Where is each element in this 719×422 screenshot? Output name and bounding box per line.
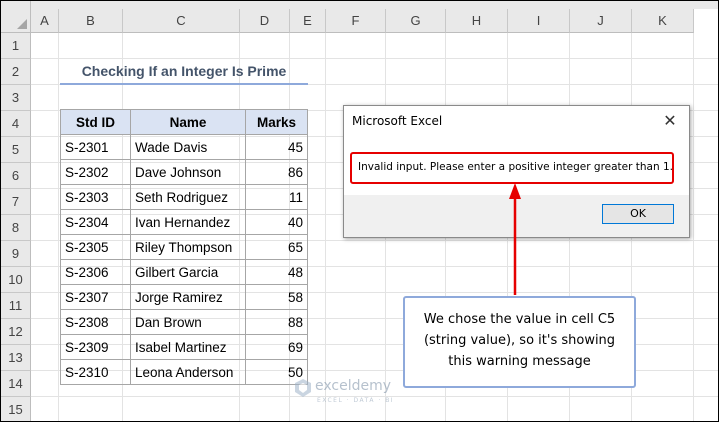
watermark-tagline: EXCEL · DATA · BI [317,397,395,404]
row-header[interactable]: 6 [1,163,31,189]
column-header[interactable]: G [386,9,446,33]
cell-std-id[interactable]: S-2303 [60,184,131,210]
cell-marks[interactable]: 86 [245,159,308,185]
row-header[interactable]: 3 [1,85,31,111]
callout-line: (string value), so it's showing [423,333,616,348]
cell-std-id[interactable]: S-2308 [60,309,131,335]
column-header-strip [31,1,718,9]
row-header[interactable]: 4 [1,111,31,137]
arrow-up-icon [509,183,521,295]
column-header[interactable]: A [31,9,59,33]
cell-std-id[interactable]: S-2302 [60,159,131,185]
row-header[interactable]: 7 [1,189,31,215]
cell-marks[interactable]: 45 [245,134,308,160]
header-std-id[interactable]: Std ID [60,109,131,135]
cell-std-id[interactable]: S-2310 [60,359,131,385]
row-header[interactable]: 2 [1,59,31,85]
cell-name[interactable]: Jorge Ramirez [130,284,246,310]
column-header[interactable]: I [508,9,570,33]
row-header[interactable]: 14 [1,371,31,397]
cell-name[interactable]: Seth Rodriguez [130,184,246,210]
cell-name[interactable]: Wade Davis [130,134,246,160]
header-marks[interactable]: Marks [245,109,308,135]
sheet-title[interactable]: Checking If an Integer Is Prime [60,59,308,85]
cell-std-id[interactable]: S-2301 [60,134,131,160]
student-marks-table: Std ID Name Marks S-2301 Wade Davis 45 S-23… [60,109,308,385]
table-row: S-2301 Wade Davis 45 [60,134,308,160]
cell-std-id[interactable]: S-2309 [60,334,131,360]
row-header[interactable]: 12 [1,319,31,345]
row-header[interactable]: 1 [1,33,31,59]
cell-name[interactable]: Dan Brown [130,309,246,335]
cell-std-id[interactable]: S-2307 [60,284,131,310]
gridline-vertical [693,33,694,421]
cell-name[interactable]: Ivan Hernandez [130,209,246,235]
cell-marks[interactable]: 88 [245,309,308,335]
row-header[interactable]: 8 [1,215,31,241]
gridline-vertical [325,33,326,421]
cell-std-id[interactable]: S-2305 [60,234,131,260]
column-header[interactable]: B [59,9,123,33]
table-row: S-2305 Riley Thompson 65 [60,234,308,260]
header-name[interactable]: Name [130,109,246,135]
cell-marks[interactable]: 69 [245,334,308,360]
cell-marks[interactable]: 65 [245,234,308,260]
cell-marks[interactable]: 48 [245,259,308,285]
table-row: S-2304 Ivan Hernandez 40 [60,209,308,235]
table-row: S-2302 Dave Johnson 86 [60,159,308,185]
cell-name[interactable]: Riley Thompson [130,234,246,260]
cell-marks[interactable]: 11 [245,184,308,210]
select-all-triangle-icon [17,19,27,29]
select-all-button[interactable] [1,1,31,33]
callout-line: We chose the value in cell C5 [423,312,616,327]
cell-std-id[interactable]: S-2306 [60,259,131,285]
table-row: S-2303 Seth Rodriguez 11 [60,184,308,210]
column-header[interactable]: F [326,9,386,33]
cell-name[interactable]: Leona Anderson [130,359,246,385]
column-header[interactable]: J [570,9,632,33]
table-row: S-2307 Jorge Ramirez 58 [60,284,308,310]
row-header[interactable]: 10 [1,267,31,293]
cell-name[interactable]: Gilbert Garcia [130,259,246,285]
table-row: S-2309 Isabel Martinez 69 [60,334,308,360]
row-header[interactable]: 13 [1,345,31,371]
callout-line: this warning message [448,354,591,369]
column-header[interactable]: H [446,9,508,33]
cell-name[interactable]: Dave Johnson [130,159,246,185]
column-header[interactable]: K [632,9,694,33]
row-header[interactable]: 11 [1,293,31,319]
close-icon[interactable]: ✕ [659,110,681,132]
table-row: S-2310 Leona Anderson 50 [60,359,308,385]
column-header[interactable]: D [240,9,290,33]
explanation-callout: We chose the value in cell C5 (string va… [403,296,636,388]
table-row: S-2308 Dan Brown 88 [60,309,308,335]
cell-marks[interactable]: 58 [245,284,308,310]
ok-button[interactable]: OK [602,204,674,224]
column-header[interactable]: E [290,9,326,33]
row-header[interactable]: 9 [1,241,31,267]
cell-name[interactable]: Isabel Martinez [130,334,246,360]
cell-marks[interactable]: 40 [245,209,308,235]
table-row: S-2306 Gilbert Garcia 48 [60,259,308,285]
excel-sheet-view: ABCDEFGHIJK 1 2 3 4 5 6 7 8 9 10 11 12 13 14 15 Checki… [0,0,719,422]
watermark-name: exceldemy [315,378,392,394]
row-header[interactable]: 5 [1,137,31,163]
cell-std-id[interactable]: S-2304 [60,209,131,235]
table-header-row: Std ID Name Marks [60,109,308,135]
column-header[interactable]: C [123,9,240,33]
row-header[interactable]: 15 [1,397,31,421]
gridline-vertical [58,33,59,421]
dialog-message: Invalid input. Please enter a positive i… [350,152,674,184]
dialog-title: Microsoft Excel [352,114,443,128]
exceldemy-logo-icon [295,379,311,397]
